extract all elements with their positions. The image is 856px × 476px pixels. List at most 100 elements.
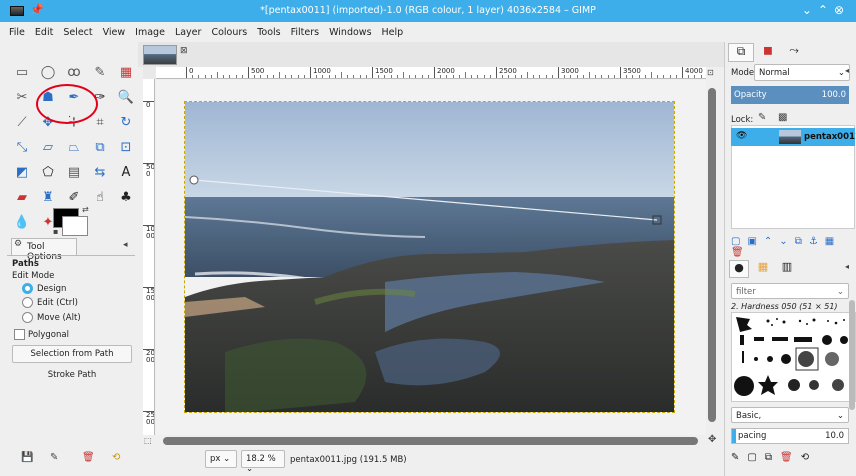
brushes-menu-icon[interactable]: ◂ [845, 262, 849, 271]
menu-image[interactable]: Image [135, 27, 165, 38]
ellipse-select-icon[interactable]: ◯ [37, 62, 59, 84]
raise-layer-icon[interactable]: ⌃ [764, 236, 779, 247]
ruler-corner[interactable] [143, 67, 156, 79]
handle-transform-icon[interactable]: ⊡ [115, 137, 137, 159]
fuzzy-select-icon[interactable]: ✎ [89, 62, 111, 84]
cage-transform-icon[interactable]: ⬠ [37, 162, 59, 184]
vertical-ruler[interactable]: 0 500 1000 1500 2000 2500 [143, 79, 155, 435]
zoom-select[interactable]: 18.2 % ⌄ [241, 450, 285, 474]
blur-icon[interactable]: 💧 [11, 212, 33, 234]
zoom-icon[interactable]: 🔍 [115, 87, 137, 109]
mode-reset-icon[interactable]: ◂ [845, 66, 849, 75]
radio-move[interactable] [22, 312, 33, 323]
brush-grid[interactable] [731, 312, 856, 402]
close-icon[interactable]: ⊗ [834, 3, 850, 17]
new-layer-icon[interactable]: ▢ [731, 236, 747, 247]
brush-duplicate-icon[interactable]: ⧉ [765, 452, 780, 463]
brush-new-icon[interactable]: ▢ [747, 452, 764, 463]
vertical-scrollbar[interactable] [708, 88, 716, 422]
warp-transform-icon[interactable]: ◩ [11, 162, 33, 184]
menu-layer[interactable]: Layer [175, 27, 202, 38]
tab-paths[interactable]: ⤳ [782, 43, 806, 62]
perspective-icon[interactable]: ⏢ [63, 137, 85, 159]
tab-brushes[interactable]: ● [729, 260, 749, 278]
menu-file[interactable]: File [9, 27, 25, 38]
spacing-slider[interactable]: pacing 10.0 [731, 428, 849, 444]
restore-options-icon[interactable]: ✎ [50, 452, 58, 463]
brush-delete-icon[interactable]: 🗑 [780, 452, 801, 463]
eraser-icon[interactable]: ▰ [11, 187, 33, 209]
anchor-layer-icon[interactable]: ⚓ [809, 236, 825, 247]
navigate-move-icon[interactable]: ✥ [708, 434, 716, 445]
navigate-icon[interactable]: ⊡ [707, 68, 714, 77]
brush-filter-input[interactable]: filter ⌄ [731, 283, 849, 299]
delete-layer-icon[interactable]: 🗑 [731, 247, 751, 258]
image-tab-thumbnail[interactable] [143, 45, 177, 65]
menu-help[interactable]: Help [382, 27, 404, 38]
ruler-minor-tick [570, 75, 572, 78]
rect-select-icon[interactable]: ▭ [11, 62, 33, 84]
scissors-icon[interactable]: ✂ [11, 87, 33, 109]
bucket-fill-icon[interactable]: ♜ [37, 187, 59, 209]
menu-view[interactable]: View [103, 27, 126, 38]
ruler-minor-tick [297, 75, 299, 78]
tab-gradients[interactable]: ▥ [777, 260, 797, 278]
lock-alpha-icon[interactable]: ▩ [778, 112, 787, 123]
maximize-icon[interactable]: ⌃ [818, 3, 834, 17]
scale-icon[interactable]: ⤡ [11, 137, 33, 159]
tab-channels[interactable]: ◼ [756, 43, 780, 62]
text-icon[interactable]: A [115, 162, 137, 184]
rotate-icon[interactable]: ↻ [115, 112, 137, 134]
eye-icon[interactable]: 👁 [736, 131, 747, 141]
smudge-icon[interactable]: ☝ [89, 187, 111, 209]
close-tab-icon[interactable]: ⊠ [180, 46, 188, 56]
reset-options-icon[interactable]: ⟲ [112, 452, 120, 463]
layer-mask-icon[interactable]: ▦ [825, 236, 841, 247]
radio-design[interactable] [22, 283, 33, 294]
measure-icon[interactable]: ⟋ [11, 112, 33, 134]
menu-filters[interactable]: Filters [291, 27, 319, 38]
brush-refresh-icon[interactable]: ⟲ [801, 452, 817, 463]
unit-select[interactable]: px ⌄ [205, 450, 237, 468]
flip-icon[interactable]: ⇆ [89, 162, 111, 184]
delete-options-icon[interactable]: 🗑 [82, 452, 95, 463]
duplicate-layer-icon[interactable]: ⧉ [795, 236, 809, 247]
stroke-path-button[interactable]: Stroke Path [12, 366, 132, 384]
menu-windows[interactable]: Windows [329, 27, 371, 38]
brush-edit-icon[interactable]: ✎ [731, 452, 747, 463]
radio-edit[interactable] [22, 297, 33, 308]
horizontal-ruler[interactable]: 0 500 1000 1500 2000 2500 3000 3500 4000 [156, 67, 706, 79]
save-options-icon[interactable]: 💾 [21, 452, 33, 463]
minimize-icon[interactable]: ⌄ [802, 3, 818, 17]
polygonal-checkbox[interactable] [14, 329, 25, 340]
unified-transform-icon[interactable]: ⧉ [89, 137, 111, 159]
selection-from-path-button[interactable]: Selection from Path [12, 345, 132, 363]
image-canvas[interactable] [184, 101, 675, 413]
free-select-icon[interactable]: ꝏ [63, 62, 85, 84]
menu-colours[interactable]: Colours [211, 27, 247, 38]
lower-layer-icon[interactable]: ⌄ [779, 236, 794, 247]
reset-colors-icon[interactable]: ▪ [53, 227, 58, 236]
tab-patterns[interactable]: ▦ [753, 260, 773, 278]
clone-icon[interactable]: ♣ [115, 187, 137, 209]
mode-select[interactable]: Normal ⌄ [754, 64, 850, 81]
menu-edit[interactable]: Edit [35, 27, 53, 38]
layer-row[interactable]: 👁 pentax0011.jpg [731, 128, 856, 146]
gradient-icon[interactable]: ▤ [63, 162, 85, 184]
quick-mask-icon[interactable]: ⬚ [144, 436, 152, 445]
background-color-swatch[interactable] [62, 216, 88, 236]
swap-colors-icon[interactable]: ⇄ [82, 205, 89, 214]
opacity-slider[interactable]: Opacity 100.0 [731, 86, 849, 104]
brush-preset-select[interactable]: Basic, ⌄ [731, 407, 849, 423]
menu-select[interactable]: Select [63, 27, 92, 38]
panel-menu-icon[interactable]: ◂ [123, 240, 128, 250]
layer-group-icon[interactable]: ▣ [747, 236, 763, 247]
tab-layers[interactable]: ⧉ [728, 43, 754, 62]
horizontal-scrollbar[interactable] [163, 437, 698, 445]
brush-scrollbar[interactable] [849, 300, 855, 410]
ruler-minor-tick [446, 75, 448, 78]
shear-icon[interactable]: ▱ [37, 137, 59, 159]
menu-tools[interactable]: Tools [257, 27, 280, 38]
by-color-select-icon[interactable]: ▦ [115, 62, 137, 84]
lock-pixels-icon[interactable]: ✎ [758, 112, 766, 123]
